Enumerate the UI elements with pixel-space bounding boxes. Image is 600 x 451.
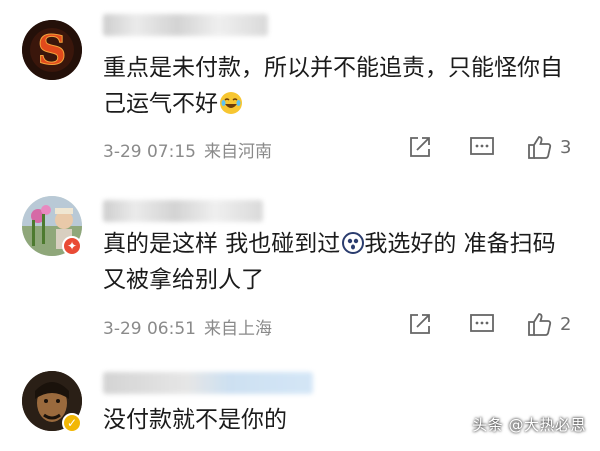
share-button[interactable] [406, 135, 434, 159]
comment-text: 重点是未付款，所以并不能追责，只能怪你自己运气不好 [103, 50, 583, 122]
share-button[interactable] [406, 312, 434, 336]
like-count: 2 [560, 313, 572, 335]
comment-actions: 2 [406, 309, 571, 339]
watermark: 头条 @大热必思 [472, 416, 586, 434]
comment-icon [470, 314, 494, 332]
comment-text: 真的是这样 我也碰到过 我选好的 准备扫码 又被拿给别人了 [103, 226, 583, 298]
reply-button[interactable] [468, 135, 496, 159]
thumbs-up-icon [528, 136, 552, 159]
username-blurred[interactable] [103, 372, 313, 394]
comment-actions: 3 [406, 132, 571, 162]
comment-icon [470, 137, 494, 155]
svg-text:S: S [38, 27, 67, 74]
share-icon [410, 314, 430, 334]
comment-location: 来自河南 [203, 142, 272, 162]
username-blurred[interactable] [103, 14, 268, 36]
comment-body-part1: 真的是这样 我也碰到过 [103, 231, 341, 257]
comment-body: 重点是未付款，所以并不能追责，只能怪你自己运气不好 [103, 55, 563, 117]
like-count: 3 [560, 136, 572, 158]
username-blurred[interactable] [103, 200, 263, 222]
shocked-emoji [342, 232, 365, 254]
share-icon [410, 137, 430, 157]
like-button[interactable]: 3 [526, 134, 571, 160]
verified-badge: ✓ [62, 413, 82, 433]
comment-meta: 3-29 07:15 来自河南 [103, 137, 272, 162]
user-avatar[interactable]: S [22, 20, 82, 80]
thumbs-up-icon [528, 313, 552, 336]
laughing-tears-emoji [220, 92, 242, 114]
comment-time: 3-29 07:15 [103, 142, 196, 162]
verified-badge: ✦ [62, 236, 82, 256]
like-button[interactable]: 2 [526, 311, 571, 337]
comment-location: 来自上海 [203, 319, 272, 339]
comment-meta: 3-29 06:51 来自上海 [103, 314, 272, 339]
reply-button[interactable] [468, 312, 496, 336]
comment-body: 没付款就不是你的 [103, 407, 287, 433]
comment-time: 3-29 06:51 [103, 319, 196, 339]
